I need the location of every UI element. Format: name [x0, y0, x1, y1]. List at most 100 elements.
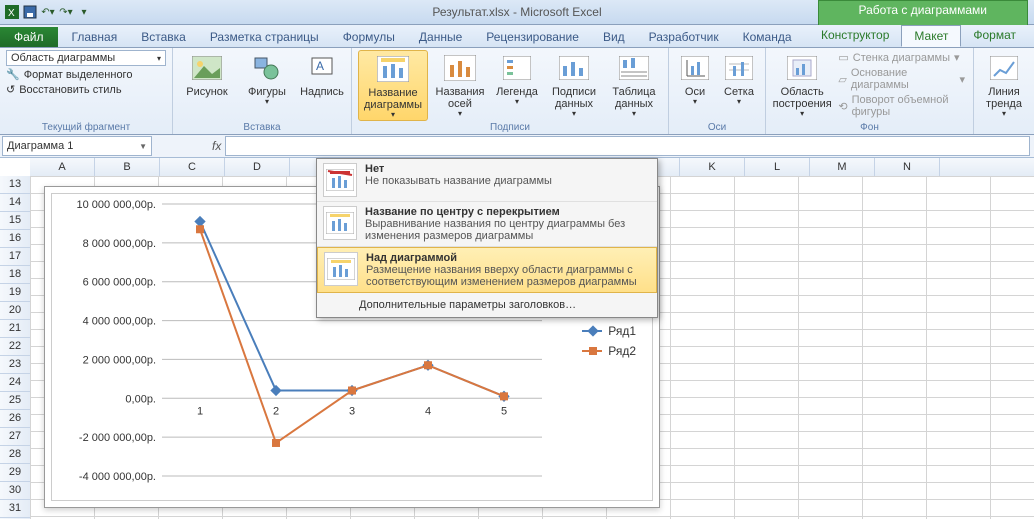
row-header[interactable]: 26	[0, 410, 30, 428]
chart-title-button[interactable]: Название диаграммы▾	[358, 50, 428, 121]
formula-input[interactable]	[225, 136, 1030, 156]
undo-icon[interactable]: ↶▾	[40, 4, 56, 20]
row-header[interactable]: 14	[0, 194, 30, 212]
svg-text:A: A	[316, 59, 324, 73]
dropdown-item-icon	[324, 252, 358, 286]
excel-icon: X	[4, 4, 20, 20]
format-selection-button[interactable]: 🔧Формат выделенного	[6, 68, 132, 81]
row-header[interactable]: 16	[0, 230, 30, 248]
row-header[interactable]: 29	[0, 464, 30, 482]
svg-text:4: 4	[425, 405, 431, 417]
legend-item-2: Ряд2	[582, 344, 636, 358]
row-header[interactable]: 13	[0, 176, 30, 194]
group-insert: Рисунок Фигуры▾ AНадпись Вставка	[173, 48, 352, 134]
fx-icon[interactable]: fx	[212, 139, 221, 153]
chart-title-dropdown: НетНе показывать название диаграммыНазва…	[316, 158, 658, 318]
tab-layout[interactable]: Макет	[901, 25, 961, 47]
insert-textbox-button[interactable]: AНадпись	[299, 50, 345, 98]
tab-view[interactable]: Вид	[591, 27, 637, 47]
chart-element-selector[interactable]: Область диаграммы▾	[6, 50, 166, 66]
row-header[interactable]: 20	[0, 302, 30, 320]
column-header[interactable]: C	[160, 158, 225, 176]
chart-legend: Ряд1 Ряд2	[582, 324, 636, 364]
row-header[interactable]: 15	[0, 212, 30, 230]
trendline-icon	[988, 52, 1020, 84]
tab-developer[interactable]: Разработчик	[637, 27, 731, 47]
dropdown-more-options[interactable]: Дополнительные параметры заголовков…	[317, 293, 657, 317]
trendline-button[interactable]: Линия тренда▾	[980, 50, 1028, 119]
column-header[interactable]: B	[95, 158, 160, 176]
tab-data[interactable]: Данные	[407, 27, 474, 47]
svg-text:2: 2	[273, 405, 279, 417]
insert-picture-button[interactable]: Рисунок	[179, 50, 235, 98]
tab-team[interactable]: Команда	[731, 27, 804, 47]
dropdown-item[interactable]: НетНе показывать название диаграммы	[317, 159, 657, 202]
dropdown-item-icon	[323, 163, 357, 197]
row-header[interactable]: 25	[0, 392, 30, 410]
row-header[interactable]: 24	[0, 374, 30, 392]
tab-review[interactable]: Рецензирование	[474, 27, 591, 47]
dropdown-item-icon	[323, 206, 357, 240]
svg-text:4 000 000,00р.: 4 000 000,00р.	[83, 316, 156, 328]
reset-style-button[interactable]: ↺Восстановить стиль	[6, 83, 122, 96]
data-labels-button[interactable]: Подписи данных▾	[546, 50, 602, 119]
column-header[interactable]: N	[875, 158, 940, 176]
plot-area-icon	[786, 52, 818, 84]
tab-insert[interactable]: Вставка	[129, 27, 198, 47]
column-header[interactable]: A	[30, 158, 95, 176]
svg-text:8 000 000,00р.: 8 000 000,00р.	[83, 238, 156, 250]
tab-home[interactable]: Главная	[60, 27, 130, 47]
redo-icon[interactable]: ↷▾	[58, 4, 74, 20]
legend-item-1: Ряд1	[582, 324, 636, 338]
format-selection-icon: 🔧	[6, 68, 20, 81]
row-header[interactable]: 21	[0, 320, 30, 338]
tab-page-layout[interactable]: Разметка страницы	[198, 27, 331, 47]
column-header[interactable]: M	[810, 158, 875, 176]
svg-text:6 000 000,00р.: 6 000 000,00р.	[83, 277, 156, 289]
row-header[interactable]: 17	[0, 248, 30, 266]
svg-text:-2 000 000,00р.: -2 000 000,00р.	[79, 432, 156, 444]
tab-design[interactable]: Конструктор	[809, 25, 901, 46]
reset-icon: ↺	[6, 83, 15, 96]
qat-dropdown-icon[interactable]: ▾	[76, 4, 92, 20]
dropdown-item[interactable]: Название по центру с перекрытиемВыравнив…	[317, 202, 657, 247]
column-header[interactable]: K	[680, 158, 745, 176]
tab-file[interactable]: Файл	[0, 27, 58, 47]
legend-button[interactable]: Легенда▾	[492, 50, 542, 107]
data-labels-icon	[558, 52, 590, 84]
gridlines-icon	[723, 52, 755, 84]
tab-format[interactable]: Формат	[961, 25, 1028, 46]
row-header[interactable]: 31	[0, 500, 30, 518]
floor-icon: ▱	[838, 73, 846, 86]
data-table-button[interactable]: Таблица данных▾	[606, 50, 662, 119]
svg-text:5: 5	[501, 405, 507, 417]
ribbon: Область диаграммы▾ 🔧Формат выделенного ↺…	[0, 48, 1034, 135]
name-box[interactable]: Диаграмма 1▼	[2, 136, 152, 156]
row-header[interactable]: 22	[0, 338, 30, 356]
ribbon-tabs: Файл Главная Вставка Разметка страницы Ф…	[0, 25, 1034, 48]
plot-area-button[interactable]: Область построения▾	[772, 50, 832, 119]
row-header[interactable]: 28	[0, 446, 30, 464]
row-header[interactable]: 18	[0, 266, 30, 284]
svg-text:3: 3	[349, 405, 355, 417]
save-icon[interactable]	[22, 4, 38, 20]
svg-text:0,00р.: 0,00р.	[125, 393, 156, 405]
dropdown-item[interactable]: Над диаграммойРазмещение названия вверху…	[317, 247, 657, 293]
axis-titles-icon	[444, 52, 476, 84]
group-labels: Название диаграммы▾ Названия осей▾ Леген…	[352, 48, 669, 134]
row-header[interactable]: 19	[0, 284, 30, 302]
group-analysis: Линия тренда▾	[974, 48, 1034, 134]
window-title: Результат.xlsx - Microsoft Excel	[432, 5, 601, 19]
insert-shapes-button[interactable]: Фигуры▾	[239, 50, 295, 107]
gridlines-button[interactable]: Сетка▾	[719, 50, 759, 107]
title-bar: X ↶▾ ↷▾ ▾ Результат.xlsx - Microsoft Exc…	[0, 0, 1034, 25]
row-header[interactable]: 30	[0, 482, 30, 500]
row-header[interactable]: 27	[0, 428, 30, 446]
row-header[interactable]: 23	[0, 356, 30, 374]
axes-button[interactable]: Оси▾	[675, 50, 715, 107]
tab-formulas[interactable]: Формулы	[331, 27, 407, 47]
column-header[interactable]: D	[225, 158, 290, 176]
axis-titles-button[interactable]: Названия осей▾	[432, 50, 488, 119]
column-header[interactable]: L	[745, 158, 810, 176]
legend-icon	[501, 52, 533, 84]
